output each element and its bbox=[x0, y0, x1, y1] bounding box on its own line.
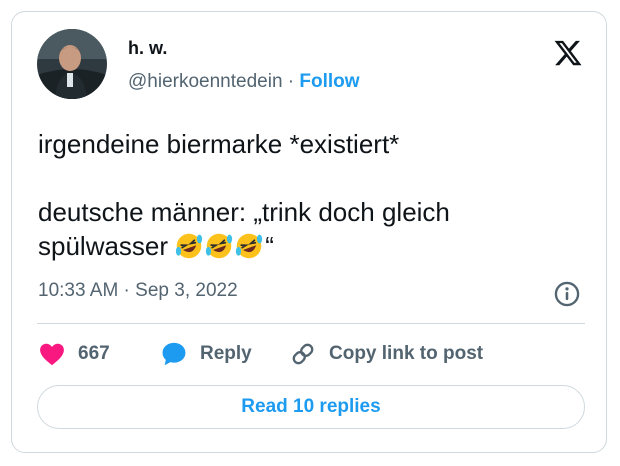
tweet-text: irgendeine biermarke *existiert* deutsch… bbox=[38, 127, 578, 263]
tweet-card: h. w. @hierkoenntedein · Follow irgendei… bbox=[11, 11, 607, 453]
reply-label: Reply bbox=[200, 343, 252, 364]
tweet-line-3-closing-quote: “ bbox=[265, 231, 274, 261]
tweet-line-3: spülwasser “ bbox=[38, 229, 578, 263]
link-icon bbox=[292, 343, 314, 365]
read-replies-label: Read 10 replies bbox=[241, 396, 381, 417]
x-logo-icon[interactable] bbox=[552, 38, 584, 68]
rolling-laughing-emoji bbox=[235, 232, 263, 260]
rolling-laughing-emoji bbox=[205, 232, 233, 260]
divider bbox=[37, 323, 585, 324]
rolling-laughing-emoji bbox=[175, 232, 203, 260]
action-bar: 667 Reply Copy link to post bbox=[12, 337, 606, 371]
follow-button[interactable]: Follow bbox=[299, 71, 359, 92]
heart-icon bbox=[40, 343, 64, 366]
copy-link-button[interactable]: Copy link to post bbox=[289, 337, 483, 371]
read-replies-button[interactable]: Read 10 replies bbox=[37, 385, 585, 429]
copy-link-label: Copy link to post bbox=[329, 343, 484, 364]
author-display-name[interactable]: h. w. bbox=[128, 38, 167, 59]
separator-dot: · bbox=[287, 71, 295, 92]
author-handle-row: @hierkoenntedein · Follow bbox=[128, 71, 360, 93]
avatar[interactable] bbox=[37, 29, 107, 99]
like-button[interactable]: 667 bbox=[38, 337, 110, 371]
author-handle[interactable]: @hierkoenntedein bbox=[128, 71, 283, 92]
speech-bubble-icon bbox=[162, 342, 186, 366]
info-icon[interactable] bbox=[553, 280, 581, 308]
tweet-line-3-text: spülwasser bbox=[38, 231, 176, 261]
tweet-timestamp[interactable]: 10:33 AM · Sep 3, 2022 bbox=[38, 280, 238, 302]
tweet-line-2: deutsche männer: „trink doch gleich bbox=[38, 197, 450, 227]
like-count: 667 bbox=[78, 343, 110, 364]
reply-button[interactable]: Reply bbox=[160, 337, 252, 371]
tweet-line-1: irgendeine biermarke *existiert* bbox=[38, 129, 400, 159]
